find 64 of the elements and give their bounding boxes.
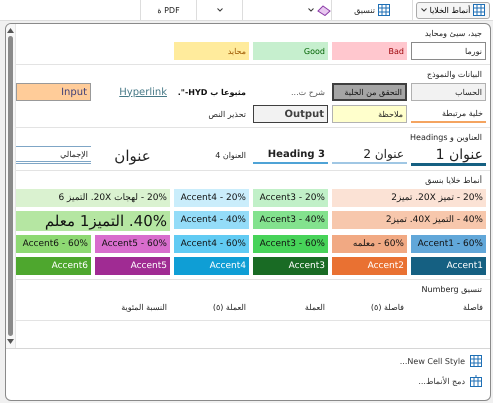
eraser-icon[interactable] (317, 4, 331, 16)
cell-style-item[interactable]: 40% - التميز 40X. تميز2 (332, 211, 486, 229)
cell-style-item[interactable]: 20% - تميز 20X. تميز2 (332, 189, 486, 207)
scroll-down-icon[interactable] (7, 339, 14, 344)
cell-style-item[interactable]: Bad (332, 42, 407, 60)
cell-style-item[interactable]: Accent5 (95, 257, 170, 275)
cell-style-item[interactable]: 40% - Accent4 (174, 211, 249, 229)
cell-style-item[interactable]: 60% - Accent1 (411, 235, 486, 253)
cell-style-item[interactable]: 60% - Accent4 (174, 235, 249, 253)
cell-styles-button[interactable]: أنماط الخلايا (416, 2, 490, 18)
styles-icon (473, 4, 486, 16)
scrollbar[interactable] (6, 24, 16, 348)
cell-style-item[interactable]: مثبوعا ب HYD-". (174, 83, 249, 101)
ribbon-label[interactable]: PDF ة (157, 6, 180, 14)
caret-icon (420, 8, 427, 12)
cell-style-item[interactable]: 20% - Accent3 (253, 189, 328, 207)
table-icon (470, 355, 482, 367)
section-heading: أنماط خلايا بنسق (424, 176, 482, 185)
section-heading: تنسيق Numberg (420, 285, 482, 294)
section-heading: جيد، سيئ ومحايد (424, 29, 482, 38)
cell-style-item[interactable]: Output (253, 105, 328, 123)
cell-style-item[interactable]: 20% - لهجات 20X. التميز 6 (16, 189, 170, 207)
cell-style-item[interactable]: العملة (٥) (174, 298, 249, 316)
cell-style-item[interactable]: فاصلة (411, 298, 486, 316)
cell-style-item[interactable]: Accent1 (411, 257, 486, 275)
cell-style-item[interactable]: عنوان (95, 146, 170, 166)
cell-style-item[interactable]: Accent3 (253, 257, 328, 275)
cell-style-item[interactable]: 40%. التميز1 معلم (16, 211, 170, 231)
section-heading: البيانات والنموذج (426, 70, 482, 79)
scrollbar-thumb[interactable] (8, 36, 13, 336)
cell-style-item[interactable]: Heading 3 (253, 146, 328, 164)
cell-style-item[interactable]: محايد (174, 42, 249, 60)
cell-style-item[interactable]: نورما (411, 42, 486, 60)
section-heading: العناوين و Headings (409, 133, 482, 142)
caret-icon[interactable] (216, 8, 222, 12)
table-icon (378, 4, 390, 16)
cell-style-item[interactable]: خلية مرتبطة (411, 105, 486, 123)
cell-style-item[interactable]: Good (253, 42, 328, 60)
merge-styles-icon (470, 375, 482, 387)
cell-style-item[interactable]: الحساب (411, 83, 486, 101)
cell-style-item[interactable]: 60% - Accent6 (16, 235, 91, 253)
cell-style-item[interactable]: التحقق من الخلية (332, 83, 407, 101)
cell-style-item[interactable]: النسبة المئوية (95, 298, 170, 316)
cell-style-item[interactable]: الإجمالي (16, 146, 91, 164)
cell-style-item[interactable]: 60% - معلمه (332, 235, 407, 253)
cell-style-item[interactable]: فاصلة (٥) (332, 298, 407, 316)
cell-style-item[interactable]: العنوان 4 (174, 146, 249, 164)
cell-style-item[interactable]: عنوان 2 (332, 146, 407, 164)
cell-style-item[interactable]: شرح ت... (253, 83, 328, 101)
cell-style-item[interactable]: 40% - Accent3 (253, 211, 328, 229)
cell-style-item[interactable]: Input (16, 83, 91, 101)
menu-item[interactable]: New Cell Style... (400, 355, 482, 367)
cell-style-item[interactable]: تحذير النص (174, 105, 249, 123)
format-table-button[interactable]: تنسيق (354, 4, 390, 16)
caret-icon[interactable] (308, 8, 314, 12)
scroll-up-icon[interactable] (7, 28, 14, 33)
menu-item[interactable]: دمج الأنماط... (418, 375, 482, 387)
cell-style-item[interactable]: 60% - Accent3 (253, 235, 328, 253)
cell-style-item[interactable]: العملة (253, 298, 328, 316)
cell-style-item[interactable]: 20% - Accent4 (174, 189, 249, 207)
cell-style-item[interactable]: ملاحظة (332, 105, 407, 123)
cell-style-item[interactable]: عنوان 1 (411, 146, 486, 166)
cell-style-item[interactable]: Hyperlink (95, 83, 170, 101)
cell-style-item[interactable]: 60% - Accent5 (95, 235, 170, 253)
